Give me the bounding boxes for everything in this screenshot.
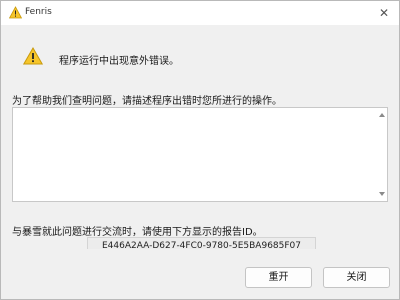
- description-textarea[interactable]: [12, 107, 388, 202]
- restart-button[interactable]: 重开: [245, 267, 312, 288]
- scroll-up-arrow-icon[interactable]: [379, 113, 385, 117]
- description-prompt: 为了帮助我们查明问题，请描述程序出错时您所进行的操作。: [12, 96, 282, 107]
- window-title: Fenris: [25, 7, 52, 17]
- scroll-down-arrow-icon[interactable]: [379, 192, 385, 196]
- error-dialog-window: Fenris ✕ 程序运行中出现意外错误。 为了帮助我们查明问题，请描述程序出错…: [0, 0, 400, 300]
- warning-icon: [9, 6, 22, 19]
- vertical-scrollbar[interactable]: [377, 108, 387, 201]
- title-bar: Fenris ✕: [1, 1, 399, 25]
- close-window-button[interactable]: ✕: [375, 4, 393, 22]
- error-heading: 程序运行中出现意外错误。: [59, 56, 179, 67]
- report-id-label: 与暴雪就此问题进行交流时，请使用下方显示的报告ID。: [12, 227, 263, 238]
- dialog-content: 程序运行中出现意外错误。 为了帮助我们查明问题，请描述程序出错时您所进行的操作。…: [1, 25, 399, 255]
- close-button[interactable]: 关闭: [323, 267, 390, 288]
- warning-icon: [23, 47, 43, 65]
- dialog-footer: 重开 关闭: [1, 249, 399, 299]
